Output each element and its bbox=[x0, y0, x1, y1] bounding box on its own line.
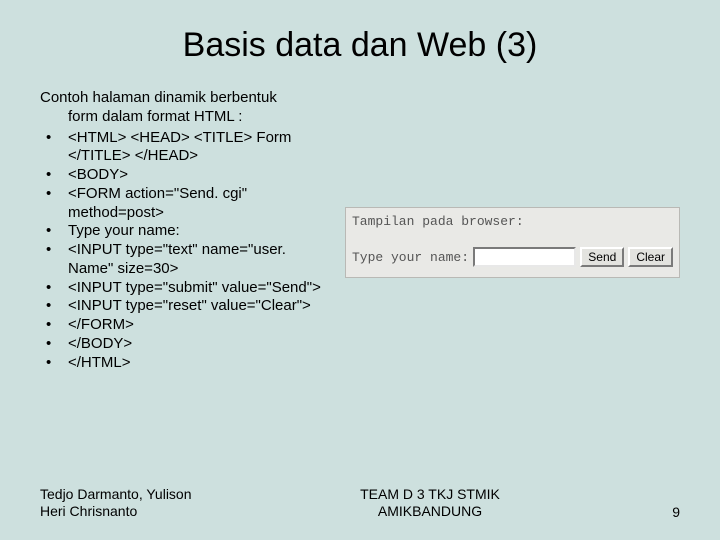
list-item: <FORM action="Send. cgi" method=post> bbox=[40, 185, 327, 223]
send-button[interactable]: Send bbox=[580, 247, 624, 267]
slide-footer: Tedjo Darmanto, Yulison Heri Chrisnanto … bbox=[40, 486, 680, 520]
list-item: Type your name: bbox=[40, 222, 327, 241]
team-line-1: TEAM D 3 TKJ STMIK bbox=[360, 486, 500, 502]
team-line-2: AMIKBANDUNG bbox=[378, 503, 482, 519]
list-item: <INPUT type="reset" value="Clear"> bbox=[40, 297, 327, 316]
clear-button[interactable]: Clear bbox=[628, 247, 673, 267]
authors-line-1: Tedjo Darmanto, Yulison bbox=[40, 486, 192, 502]
name-input[interactable] bbox=[473, 247, 576, 267]
intro-line-1: Contoh halaman dinamik berbentuk bbox=[40, 89, 277, 106]
page-number: 9 bbox=[620, 504, 680, 520]
list-item: </FORM> bbox=[40, 316, 327, 335]
list-item: </HTML> bbox=[40, 354, 327, 373]
browser-caption: Tampilan pada browser: bbox=[352, 214, 673, 229]
list-item: </BODY> bbox=[40, 335, 327, 354]
list-item: <BODY> bbox=[40, 166, 327, 185]
authors-line-2: Heri Chrisnanto bbox=[40, 503, 137, 519]
slide-body: Contoh halaman dinamik berbentuk form da… bbox=[40, 89, 680, 372]
code-listing: Contoh halaman dinamik berbentuk form da… bbox=[40, 89, 327, 372]
browser-box: Tampilan pada browser: Type your name: S… bbox=[345, 207, 680, 278]
name-label: Type your name: bbox=[352, 250, 469, 265]
slide-title: Basis data dan Web (3) bbox=[40, 26, 680, 65]
footer-team: TEAM D 3 TKJ STMIK AMIKBANDUNG bbox=[240, 486, 620, 520]
intro-line-2: form dalam format HTML : bbox=[68, 108, 242, 125]
bullet-list: <HTML> <HEAD> <TITLE> Form </TITLE> </HE… bbox=[40, 129, 327, 373]
intro-text: Contoh halaman dinamik berbentuk form da… bbox=[40, 89, 327, 127]
form-row: Type your name: Send Clear bbox=[352, 247, 673, 267]
list-item: <INPUT type="submit" value="Send"> bbox=[40, 279, 327, 298]
browser-preview: Tampilan pada browser: Type your name: S… bbox=[345, 207, 680, 278]
footer-authors: Tedjo Darmanto, Yulison Heri Chrisnanto bbox=[40, 486, 240, 520]
slide: Basis data dan Web (3) Contoh halaman di… bbox=[0, 0, 720, 540]
list-item: <INPUT type="text" name="user. Name" siz… bbox=[40, 241, 327, 279]
list-item: <HTML> <HEAD> <TITLE> Form </TITLE> </HE… bbox=[40, 129, 327, 167]
